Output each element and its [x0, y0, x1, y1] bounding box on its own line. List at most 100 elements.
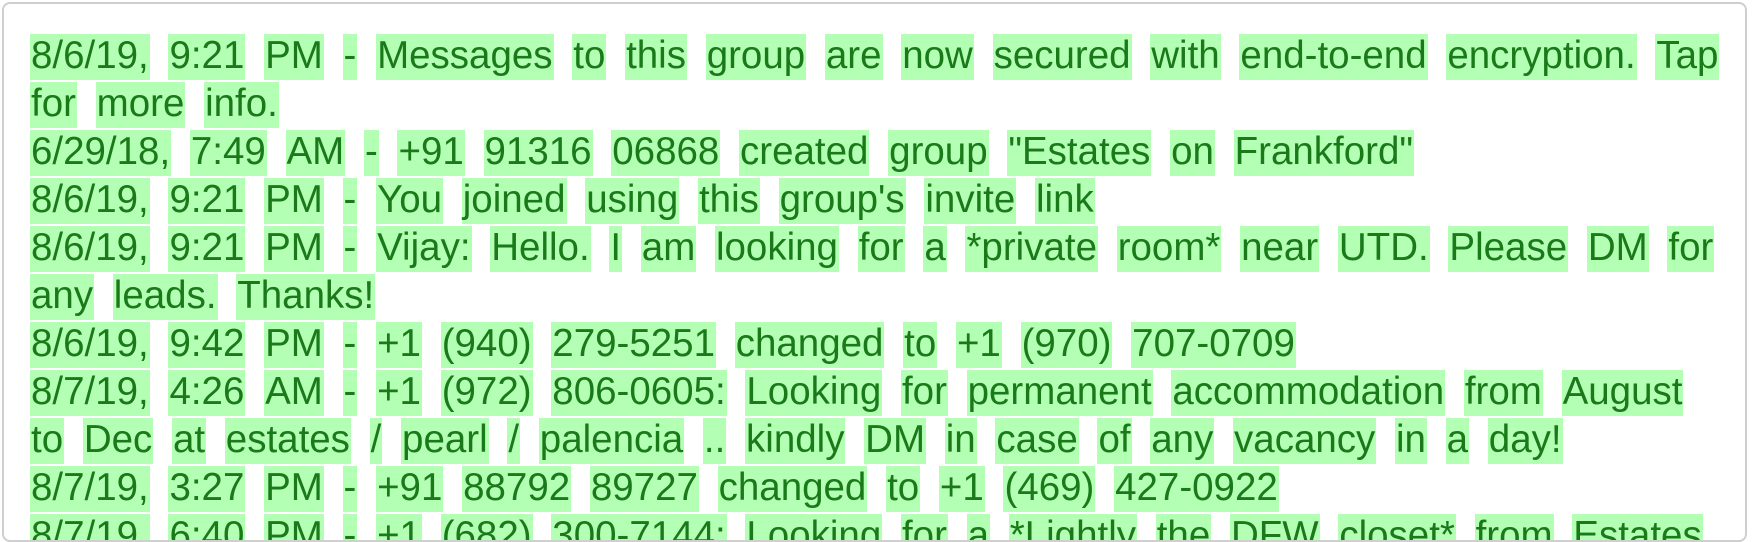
- highlighted-word: now: [901, 34, 974, 80]
- highlighted-word: You: [376, 178, 444, 224]
- highlighted-word: Looking: [745, 370, 883, 416]
- highlighted-word: 9:42: [168, 322, 246, 368]
- highlighted-word: DM: [1586, 226, 1649, 272]
- highlighted-word: to: [30, 418, 65, 464]
- highlighted-word: joined: [461, 178, 567, 224]
- highlighted-word: -: [342, 514, 358, 540]
- highlighted-word: near: [1240, 226, 1320, 272]
- highlighted-word: PM: [264, 322, 324, 368]
- highlighted-word: in: [944, 418, 977, 464]
- highlighted-word: 707-0709: [1131, 322, 1296, 368]
- highlighted-word: pearl: [401, 418, 489, 464]
- chat-line: 6/29/18, 7:49 AM - +91 91316 06868 creat…: [30, 128, 1730, 176]
- chat-line: 8/7/19, 4:26 AM - +1 (972) 806-0605: Loo…: [30, 368, 1730, 464]
- highlighted-word: ..: [702, 418, 727, 464]
- chat-line: 8/6/19, 9:42 PM - +1 (940) 279-5251 chan…: [30, 320, 1730, 368]
- highlighted-word: 427-0922: [1114, 466, 1279, 512]
- highlighted-word: 279-5251: [551, 322, 716, 368]
- highlighted-word: this: [625, 34, 687, 80]
- highlighted-word: -: [342, 226, 358, 272]
- highlighted-word: (970): [1020, 322, 1113, 368]
- highlighted-word: group: [705, 34, 807, 80]
- highlighted-word: for: [900, 514, 948, 540]
- highlighted-word: created: [739, 130, 870, 176]
- highlighted-word: am: [640, 226, 697, 272]
- highlighted-word: Dec: [82, 418, 154, 464]
- highlighted-word: any: [30, 274, 95, 320]
- highlighted-word: -: [363, 130, 379, 176]
- highlighted-word: for: [900, 370, 948, 416]
- highlighted-word: group: [888, 130, 989, 176]
- highlighted-word: PM: [264, 466, 324, 512]
- highlighted-word: -: [342, 178, 358, 224]
- highlighted-word: day!: [1487, 418, 1563, 464]
- highlighted-word: *Lightly: [1008, 514, 1138, 540]
- highlighted-word: 9:21: [168, 226, 246, 272]
- highlighted-word: +91: [376, 466, 444, 512]
- highlighted-word: Frankford": [1233, 130, 1415, 176]
- chat-log-text: 8/6/19, 9:21 PM - Messages to this group…: [30, 32, 1730, 540]
- highlighted-word: 4:26: [168, 370, 246, 416]
- highlighted-word: leads.: [112, 274, 218, 320]
- highlighted-word: changed: [734, 322, 885, 368]
- highlighted-word: DM: [864, 418, 927, 464]
- highlighted-word: for: [30, 82, 77, 128]
- highlighted-word: +1: [955, 322, 1002, 368]
- highlighted-word: UTD.: [1337, 226, 1430, 272]
- highlighted-word: Please: [1448, 226, 1569, 272]
- highlighted-word: +1: [376, 514, 422, 540]
- highlighted-word: vacancy: [1233, 418, 1377, 464]
- highlighted-word: 9:21: [168, 34, 246, 80]
- highlighted-word: from: [1463, 370, 1543, 416]
- highlighted-word: August: [1561, 370, 1684, 416]
- highlighted-word: palencia: [538, 418, 685, 464]
- highlighted-word: +91: [397, 130, 465, 176]
- chat-line: 8/7/19, 6:40 PM - +1 (682) 300-7144: Loo…: [30, 512, 1730, 540]
- highlighted-word: (940): [440, 322, 533, 368]
- highlighted-word: Thanks!: [236, 274, 376, 320]
- highlighted-word: AM: [264, 370, 324, 416]
- highlighted-word: Estates: [1572, 514, 1703, 540]
- highlighted-word: any: [1150, 418, 1215, 464]
- highlighted-word: with: [1150, 34, 1221, 80]
- highlighted-word: 3:27: [168, 466, 246, 512]
- highlighted-word: 8/6/19,: [30, 34, 150, 80]
- highlighted-word: 7:49: [189, 130, 267, 176]
- highlighted-word: a: [966, 514, 991, 540]
- highlighted-word: using: [585, 178, 680, 224]
- highlighted-word: 6/29/18,: [30, 130, 172, 176]
- highlighted-word: 6:40: [168, 514, 246, 540]
- highlighted-word: encryption.: [1446, 34, 1637, 80]
- highlighted-word: /: [369, 418, 383, 464]
- highlighted-word: I: [609, 226, 623, 272]
- highlighted-word: PM: [264, 514, 324, 540]
- highlighted-word: case: [995, 418, 1079, 464]
- highlighted-word: +1: [376, 370, 422, 416]
- highlighted-word: 8/7/19,: [30, 514, 150, 540]
- highlighted-word: (469): [1003, 466, 1096, 512]
- highlighted-word: /: [507, 418, 521, 464]
- highlighted-word: -: [342, 370, 358, 416]
- highlighted-word: for: [857, 226, 905, 272]
- highlighted-word: this: [697, 178, 760, 224]
- highlighted-word: Vijay:: [376, 226, 472, 272]
- chat-line: 8/6/19, 9:21 PM - Messages to this group…: [30, 32, 1730, 128]
- highlighted-word: 8/6/19,: [30, 178, 150, 224]
- highlighted-word: a: [923, 226, 947, 272]
- highlighted-word: (972): [440, 370, 533, 416]
- highlighted-word: invite: [924, 178, 1017, 224]
- highlighted-word: room*: [1116, 226, 1222, 272]
- highlighted-word: Messages: [376, 34, 554, 80]
- highlighted-word: changed: [717, 466, 868, 512]
- highlighted-word: +1: [376, 322, 422, 368]
- highlighted-word: -: [342, 466, 358, 512]
- highlighted-word: 8/7/19,: [30, 370, 150, 416]
- highlighted-word: -: [342, 322, 358, 368]
- highlighted-word: (682): [440, 514, 533, 540]
- highlighted-word: "Estates: [1007, 130, 1152, 176]
- highlighted-word: 8/6/19,: [30, 226, 150, 272]
- chat-line: 8/6/19, 9:21 PM - You joined using this …: [30, 176, 1730, 224]
- highlighted-word: accommodation: [1171, 370, 1446, 416]
- highlighted-word: closet*: [1338, 514, 1456, 540]
- highlighted-word: 8/7/19,: [30, 466, 150, 512]
